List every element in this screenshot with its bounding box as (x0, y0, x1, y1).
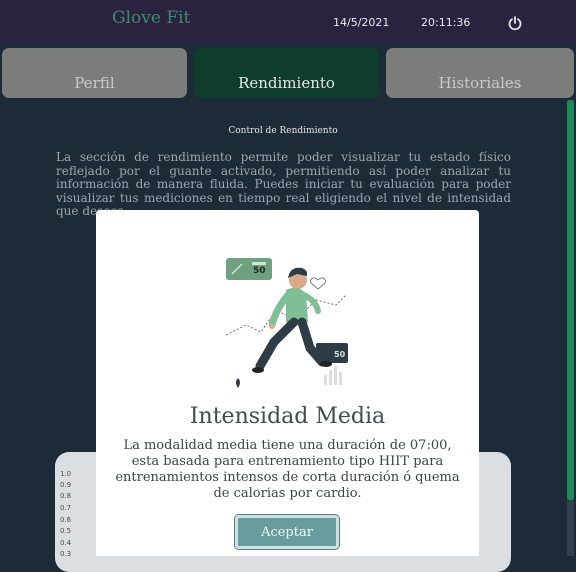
modal-overlay: 50 50 Intensidad Media La modalidad medi… (0, 0, 576, 556)
intensity-modal: 50 50 Intensidad Media La modalidad medi… (96, 210, 479, 556)
running-person-illustration: 50 50 (225, 258, 348, 388)
badge-value-2: 50 (334, 350, 346, 359)
badge-value-1: 50 (253, 266, 266, 276)
modal-description: La modalidad media tiene una duración de… (115, 438, 460, 501)
modal-title: Intensidad Media (189, 404, 386, 429)
accept-button[interactable]: Aceptar (234, 514, 340, 550)
